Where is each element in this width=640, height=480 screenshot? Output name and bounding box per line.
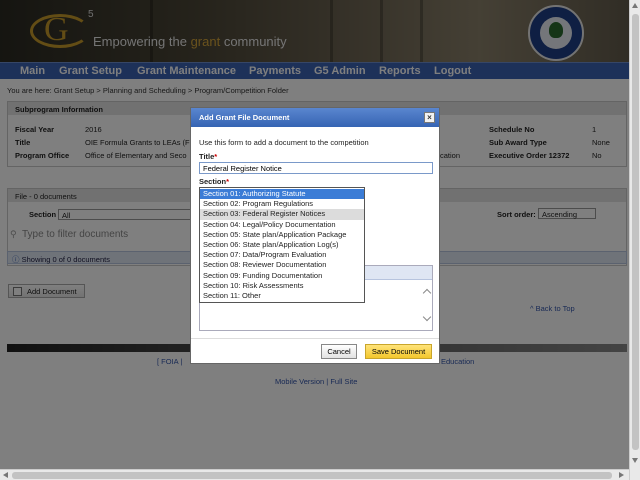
add-grant-file-dialog: Add Grant File Document × Use this form …: [190, 107, 440, 364]
scroll-up-arrow-icon[interactable]: [632, 3, 638, 8]
dialog-divider: [191, 338, 439, 339]
scroll-down-arrow-icon[interactable]: [632, 458, 638, 463]
horizontal-scrollbar[interactable]: [0, 469, 629, 480]
section-option[interactable]: Section 07: Data/Program Evaluation: [200, 250, 364, 260]
cancel-button[interactable]: Cancel: [321, 344, 357, 359]
required-marker: *: [214, 152, 218, 161]
section-option[interactable]: Section 01: Authorizing Statute: [200, 189, 364, 200]
title-field-label-text: Title: [199, 152, 215, 161]
title-field-label: Title*: [199, 152, 217, 161]
vertical-scroll-thumb[interactable]: [632, 14, 639, 450]
scroll-down-icon[interactable]: [422, 312, 432, 322]
section-dropdown-list[interactable]: Section 01: Authorizing Statute Section 0…: [199, 187, 365, 303]
horizontal-scroll-thumb[interactable]: [12, 472, 612, 479]
section-option[interactable]: Section 04: Legal/Policy Documentation: [200, 220, 364, 230]
required-marker: *: [226, 177, 230, 186]
dialog-title: Add Grant File Document: [191, 108, 439, 127]
dialog-intro: Use this form to add a document to the c…: [199, 138, 369, 147]
section-option[interactable]: Section 09: Funding Documentation: [200, 271, 364, 281]
section-field-label-text: Section: [199, 177, 227, 186]
section-field-label: Section*: [199, 177, 229, 186]
save-document-button[interactable]: Save Document: [365, 344, 432, 359]
close-icon[interactable]: ×: [424, 112, 435, 123]
section-option[interactable]: Section 08: Reviewer Documentation: [200, 260, 364, 270]
section-option[interactable]: Section 05: State plan/Application Packa…: [200, 230, 364, 240]
section-option[interactable]: Section 10: Risk Assessments: [200, 281, 364, 291]
scroll-up-icon[interactable]: [422, 288, 432, 298]
section-option[interactable]: Section 11: Other: [200, 291, 364, 301]
section-option[interactable]: Section 02: Program Regulations: [200, 199, 364, 209]
scroll-right-arrow-icon[interactable]: [619, 472, 624, 478]
section-option[interactable]: Section 06: State plan/Application Log(s…: [200, 240, 364, 250]
scroll-left-arrow-icon[interactable]: [3, 472, 8, 478]
title-input[interactable]: [199, 162, 433, 174]
section-option[interactable]: Section 03: Federal Register Notices: [200, 209, 364, 220]
vertical-scrollbar[interactable]: [629, 0, 640, 480]
